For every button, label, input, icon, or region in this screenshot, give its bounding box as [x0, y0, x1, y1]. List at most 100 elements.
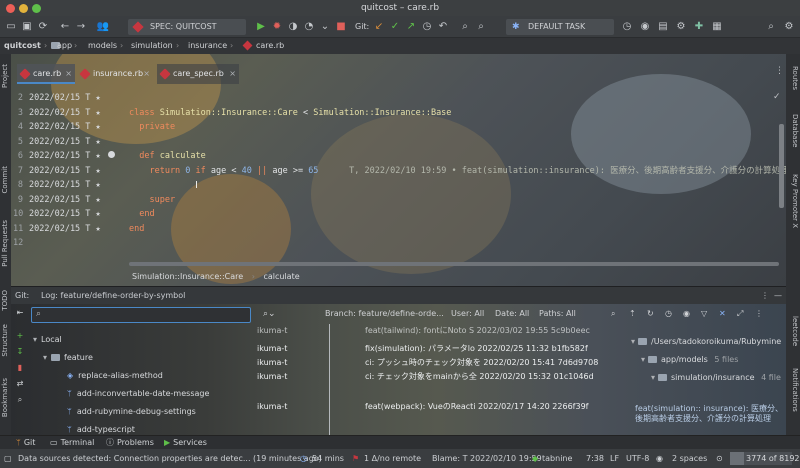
- close-window-button[interactable]: [6, 4, 15, 13]
- status-panel-icon[interactable]: ▢: [4, 449, 12, 468]
- tree-local[interactable]: ▾ Local: [33, 332, 62, 348]
- tab-insurance-rb[interactable]: insurance.rb ×: [77, 64, 153, 84]
- branch-item[interactable]: ᛘ add-inconvertable-date-message: [67, 386, 209, 402]
- branch-item[interactable]: ᛘ add-typescript: [67, 422, 135, 434]
- tool-database[interactable]: Database: [789, 114, 799, 147]
- filter-funnel-icon[interactable]: ▽: [701, 309, 707, 318]
- tool-todo[interactable]: TODO: [1, 290, 11, 311]
- breadcrumb-insurance[interactable]: insurance: [188, 38, 227, 54]
- add-branch-icon[interactable]: +: [15, 331, 25, 341]
- profile-icon[interactable]: ◔: [302, 20, 316, 34]
- breadcrumb-simulation[interactable]: simulation: [131, 38, 173, 54]
- tabs-menu-icon[interactable]: ⋮: [775, 66, 784, 76]
- line-separator[interactable]: LF: [610, 449, 619, 468]
- history-icon[interactable]: ◷: [665, 309, 672, 318]
- document-icon[interactable]: ▤: [656, 20, 670, 34]
- collapse-sidebar-icon[interactable]: ⇤: [15, 308, 25, 318]
- filter-branch[interactable]: Branch: feature/define-orde...: [325, 309, 444, 318]
- tabnine-status[interactable]: tabnine: [542, 449, 572, 468]
- log-search-icon[interactable]: ⌕: [611, 309, 615, 319]
- stop-icon[interactable]: ■: [334, 20, 348, 34]
- breadcrumb-file[interactable]: care.rb: [256, 38, 284, 54]
- tree-insurance[interactable]: ▾ simulation/insurance 4 file: [651, 370, 781, 385]
- run-icon[interactable]: ▶: [254, 20, 268, 34]
- layout-icon[interactable]: ▦: [710, 20, 724, 34]
- panel-options-icon[interactable]: ⋮: [761, 287, 769, 304]
- expand-icon[interactable]: ⤢: [737, 309, 743, 319]
- tool-notifications[interactable]: Notifications: [789, 368, 799, 412]
- back-arrow-icon[interactable]: ←: [58, 20, 72, 34]
- tree-models[interactable]: ▾ app/models 5 files: [641, 352, 738, 367]
- filter-paths[interactable]: Paths: All: [539, 309, 576, 318]
- plugins-icon[interactable]: ✚: [692, 20, 706, 34]
- refresh-log-icon[interactable]: ↻: [647, 309, 654, 318]
- tab-git[interactable]: ᛘ Git: [16, 436, 35, 450]
- git-history-icon[interactable]: ◷: [420, 20, 434, 34]
- git-push-icon[interactable]: ↗: [404, 20, 418, 34]
- tool-routes[interactable]: Routes: [789, 66, 799, 90]
- save-icon[interactable]: ▣: [20, 20, 34, 34]
- options-icon[interactable]: ⋮: [755, 309, 763, 318]
- sync-icon[interactable]: ⟳: [36, 20, 50, 34]
- breakpoint-marker-icon[interactable]: [108, 151, 115, 158]
- users-icon[interactable]: 👥: [96, 20, 110, 34]
- search-icon[interactable]: ⌕: [764, 20, 778, 34]
- tree-feature[interactable]: ▾ feature: [43, 350, 93, 366]
- indent-setting[interactable]: 2 spaces: [672, 449, 707, 468]
- forward-arrow-icon[interactable]: →: [74, 20, 88, 34]
- editor-horizontal-scrollbar[interactable]: [129, 262, 779, 266]
- tab-terminal[interactable]: ▭ Terminal: [50, 436, 94, 450]
- update-branch-icon[interactable]: ↧: [15, 347, 25, 357]
- tool-commit[interactable]: Commit: [1, 166, 11, 194]
- task-selector[interactable]: ✱ DEFAULT TASK: [506, 19, 614, 35]
- tab-care-rb[interactable]: care.rb ×: [17, 64, 75, 84]
- git-sync-status[interactable]: 1 Δ/no remote: [364, 449, 421, 468]
- git-update-icon[interactable]: ↙: [372, 20, 386, 34]
- search-branch-icon[interactable]: ⌕: [15, 395, 25, 405]
- breadcrumb-app[interactable]: app: [57, 38, 72, 54]
- commit-row[interactable]: ikuma-t ci: チェック対象をmainから全 2022/02/20 15:…: [257, 370, 627, 384]
- task-clock-icon[interactable]: ◷: [620, 20, 634, 34]
- breadcrumb-models[interactable]: models: [88, 38, 117, 54]
- tree-root[interactable]: ▾/Users/tadokoroikuma/Rubymine: [631, 334, 781, 349]
- commit-row[interactable]: ikuma-t ci: プッシュ時のチェック対象を 2022/02/20 15:4…: [257, 356, 627, 370]
- zoom-window-button[interactable]: [32, 4, 41, 13]
- tool-bookmarks[interactable]: Bookmarks: [1, 378, 11, 417]
- editor-scrollbar[interactable]: [779, 124, 784, 208]
- delete-branch-icon[interactable]: ▮: [15, 363, 25, 373]
- compare-branch-icon[interactable]: ⇄: [15, 379, 25, 389]
- read-only-toggle-icon[interactable]: ◉: [656, 449, 663, 468]
- git-rollback-icon[interactable]: ↶: [436, 20, 450, 34]
- settings-gear-icon[interactable]: ⚙: [782, 20, 796, 34]
- pin-icon[interactable]: ✕: [719, 309, 726, 318]
- branch-item[interactable]: ◈ replace-alias-method: [67, 368, 163, 384]
- search-everywhere-icon[interactable]: ⌕: [458, 20, 472, 34]
- close-tab-icon[interactable]: ×: [65, 64, 72, 84]
- commit-row[interactable]: ikuma-t feat(webpack): VueのReacti 2022/02…: [257, 400, 627, 414]
- minimize-window-button[interactable]: [19, 4, 28, 13]
- git-commit-icon[interactable]: ✓: [388, 20, 402, 34]
- branch-item[interactable]: ᛘ add-rubymine-debug-settings: [67, 404, 196, 420]
- tool-key-promoter[interactable]: Key Promoter X: [789, 174, 799, 228]
- close-tab-icon[interactable]: ×: [143, 64, 150, 84]
- coverage-icon[interactable]: ◑: [286, 20, 300, 34]
- lock-icon[interactable]: ⊙: [716, 449, 723, 468]
- code-editor[interactable]: care.rb × insurance.rb × care_spec.rb × …: [11, 54, 786, 286]
- file-encoding[interactable]: UTF-8: [626, 449, 649, 468]
- run-config-selector[interactable]: SPEC: QUITCOST: [128, 19, 246, 35]
- tool-pull-requests[interactable]: Pull Requests: [1, 220, 11, 267]
- eye-icon[interactable]: ◉: [683, 309, 690, 318]
- find-icon[interactable]: ⌕: [474, 20, 488, 34]
- hide-panel-icon[interactable]: —: [774, 287, 782, 304]
- wrench-icon[interactable]: ⚙: [674, 20, 688, 34]
- tool-structure[interactable]: Structure: [1, 324, 11, 357]
- branch-search-input[interactable]: ⌕: [31, 307, 251, 323]
- time-tracker[interactable]: 54 mins: [312, 449, 344, 468]
- tool-leetcode[interactable]: leetcode: [789, 316, 799, 346]
- filter-date[interactable]: Date: All: [495, 309, 529, 318]
- tab-services[interactable]: ▶ Services: [164, 436, 207, 450]
- tab-problems[interactable]: ⓘ Problems: [106, 436, 154, 450]
- breadcrumb-project[interactable]: quitcost: [4, 38, 41, 54]
- tool-project[interactable]: Project: [1, 64, 11, 88]
- database-icon[interactable]: ◉: [638, 20, 652, 34]
